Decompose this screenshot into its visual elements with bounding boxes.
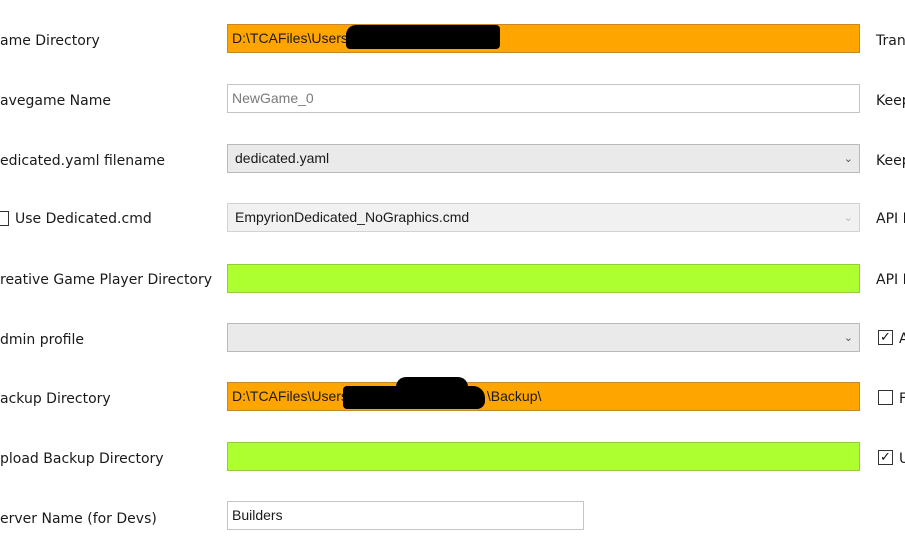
server-name-input[interactable]: Builders (227, 501, 584, 530)
right-label-api-1: API I (876, 211, 905, 227)
right-checkbox-u[interactable]: ✓ (878, 450, 893, 465)
dedicated-yaml-label: edicated.yaml filename (0, 153, 165, 169)
upload-backup-label: pload Backup Directory (0, 451, 164, 467)
admin-profile-label: dmin profile (0, 332, 84, 348)
savegame-name-placeholder: NewGame_0 (232, 90, 314, 106)
check-icon: ✓ (880, 330, 891, 345)
right-label-transfer: Trans (876, 33, 905, 49)
savegame-name-input[interactable]: NewGame_0 (227, 84, 860, 113)
admin-profile-select[interactable]: ⌄ (227, 323, 860, 352)
chevron-down-icon[interactable]: ⌄ (844, 324, 853, 351)
backup-directory-input[interactable]: D:\TCAFiles\Users \Backup\ (227, 382, 860, 411)
right-label-f: F (899, 391, 905, 407)
server-name-value: Builders (232, 507, 283, 523)
right-label-u: U (899, 451, 905, 467)
creative-directory-input[interactable] (227, 264, 860, 293)
backup-directory-value-start: D:\TCAFiles\Users (232, 388, 348, 404)
right-label-keep-2: Keep (876, 153, 905, 169)
right-checkbox-f[interactable] (878, 390, 893, 405)
creative-directory-label: reative Game Player Directory (0, 272, 213, 288)
use-dedicated-label: Use Dedicated.cmd (15, 211, 152, 227)
backup-directory-label: ackup Directory (0, 391, 111, 407)
dedicated-yaml-select[interactable]: dedicated.yaml ⌄ (227, 144, 860, 173)
right-label-api-2: API F (876, 272, 905, 288)
backup-directory-value-end: \Backup\ (486, 388, 542, 404)
dedicated-yaml-value: dedicated.yaml (235, 150, 330, 166)
upload-backup-input[interactable] (227, 442, 860, 471)
right-checkbox-a[interactable]: ✓ (878, 330, 893, 345)
game-directory-value: D:\TCAFiles\Users (232, 30, 348, 46)
game-directory-input[interactable]: D:\TCAFiles\Users (227, 24, 860, 53)
redaction-mark (396, 377, 468, 391)
right-label-keep-1: Keep (876, 93, 905, 109)
chevron-down-icon[interactable]: ⌄ (844, 145, 853, 172)
dedicated-cmd-value: EmpyrionDedicated_NoGraphics.cmd (235, 209, 470, 225)
redaction-mark (346, 25, 500, 49)
game-directory-label: ame Directory (0, 33, 100, 49)
dedicated-cmd-select[interactable]: EmpyrionDedicated_NoGraphics.cmd ⌄ (227, 203, 860, 232)
check-icon: ✓ (880, 450, 891, 465)
right-label-a: A (899, 331, 905, 347)
chevron-down-icon[interactable]: ⌄ (844, 204, 853, 231)
use-dedicated-checkbox[interactable] (0, 211, 9, 226)
server-name-label: erver Name (for Devs) (0, 511, 157, 527)
savegame-name-label: avegame Name (0, 93, 111, 109)
